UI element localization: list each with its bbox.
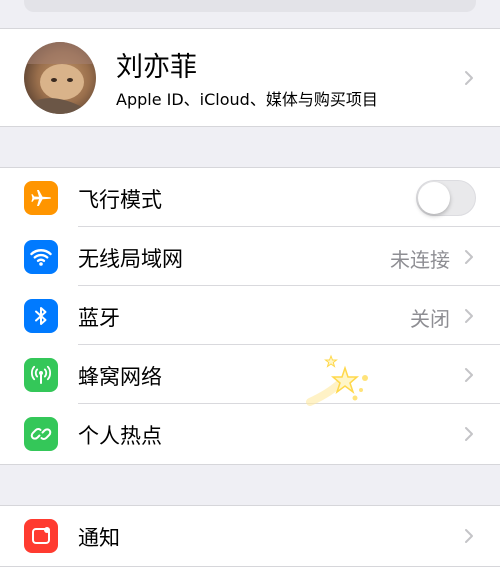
chevron-right-icon <box>465 427 473 441</box>
wifi-icon <box>24 240 58 274</box>
search-bar[interactable] <box>24 0 476 12</box>
apple-id-profile-row[interactable]: 刘亦菲 Apple ID、iCloud、媒体与购买项目 <box>0 28 500 127</box>
connectivity-settings-group: 飞行模式 无线局域网 未连接 蓝牙 关闭 蜂窝网络 个人热点 <box>0 167 500 465</box>
chevron-right-icon <box>465 250 473 264</box>
cellular-antenna-icon <box>24 358 58 392</box>
setting-value: 未连接 <box>390 248 450 272</box>
setting-value: 关闭 <box>410 307 450 331</box>
notifications-settings-group: 通知 <box>0 505 500 567</box>
setting-label: 个人热点 <box>78 424 162 448</box>
setting-row-cellular[interactable]: 蜂窝网络 <box>0 345 500 404</box>
setting-label: 飞行模式 <box>78 188 162 212</box>
setting-label: 蓝牙 <box>78 306 120 330</box>
chevron-right-icon <box>465 71 473 85</box>
setting-row-bluetooth[interactable]: 蓝牙 关闭 <box>0 286 500 345</box>
setting-label: 蜂窝网络 <box>78 365 162 389</box>
setting-row-notifications[interactable]: 通知 <box>0 506 500 565</box>
profile-name: 刘亦菲 <box>116 52 197 83</box>
setting-label: 无线局域网 <box>78 247 183 271</box>
avatar <box>24 42 96 114</box>
chevron-right-icon <box>465 309 473 323</box>
toggle-knob <box>418 182 450 214</box>
airplane-mode-toggle[interactable] <box>416 180 476 216</box>
setting-row-airplane-mode: 飞行模式 <box>0 168 500 227</box>
airplane-icon <box>24 181 58 215</box>
profile-subtitle: Apple ID、iCloud、媒体与购买项目 <box>116 90 378 109</box>
star-sparkle-icon <box>306 354 368 406</box>
setting-row-wifi[interactable]: 无线局域网 未连接 <box>0 227 500 286</box>
bluetooth-icon <box>24 299 58 333</box>
notifications-icon <box>24 519 58 553</box>
setting-label: 通知 <box>78 526 120 550</box>
chevron-right-icon <box>465 368 473 382</box>
setting-row-personal-hotspot[interactable]: 个人热点 <box>0 404 500 463</box>
hotspot-link-icon <box>24 417 58 451</box>
chevron-right-icon <box>465 529 473 543</box>
